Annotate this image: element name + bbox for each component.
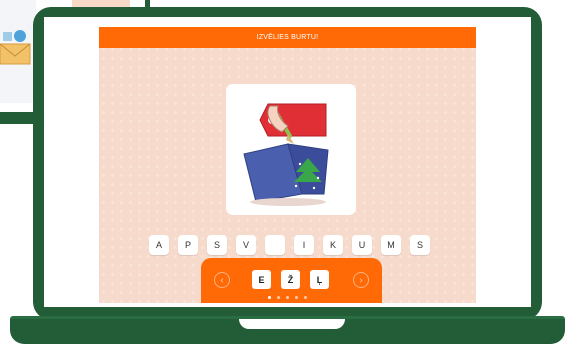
- chevron-right-icon[interactable]: ›: [353, 272, 369, 288]
- title-bar: IZVĒLIES BURTU!: [99, 27, 476, 48]
- pagination-dot[interactable]: [295, 296, 298, 299]
- letter-tile: A: [149, 235, 169, 255]
- choice-letter-button[interactable]: E: [252, 270, 271, 289]
- letter-tile: S: [410, 235, 430, 255]
- choice-letter-button[interactable]: Ž: [281, 270, 300, 289]
- letter-choice-tray: ‹ E Ž Ļ ›: [201, 258, 382, 303]
- letter-tile: M: [381, 235, 401, 255]
- letter-tile: V: [236, 235, 256, 255]
- envelope-icon: [0, 30, 31, 65]
- empty-letter-slot[interactable]: [265, 235, 285, 255]
- pagination-dot[interactable]: [277, 296, 280, 299]
- pagination-dot[interactable]: [304, 296, 307, 299]
- letter-tile: P: [178, 235, 198, 255]
- pagination-dot[interactable]: [286, 296, 289, 299]
- letter-tile: K: [323, 235, 343, 255]
- letter-tile: U: [352, 235, 372, 255]
- word-slots: A P S V I K U M S: [149, 235, 439, 255]
- gift-card-icon: [243, 103, 329, 206]
- laptop-screen: IZVĒLIES BURTU! A P S V I K U M S ‹ E Ž …: [44, 17, 531, 307]
- laptop-notch: [239, 319, 345, 329]
- letter-tile: S: [207, 235, 227, 255]
- choice-letter-button[interactable]: Ļ: [310, 270, 329, 289]
- pagination-dots: [268, 296, 318, 300]
- page-title: IZVĒLIES BURTU!: [256, 34, 319, 41]
- game-app: IZVĒLIES BURTU! A P S V I K U M S ‹ E Ž …: [99, 27, 476, 303]
- letter-tile: I: [294, 235, 314, 255]
- pagination-dot[interactable]: [268, 296, 271, 299]
- picture-card: [226, 84, 356, 215]
- chevron-left-icon[interactable]: ‹: [214, 272, 230, 288]
